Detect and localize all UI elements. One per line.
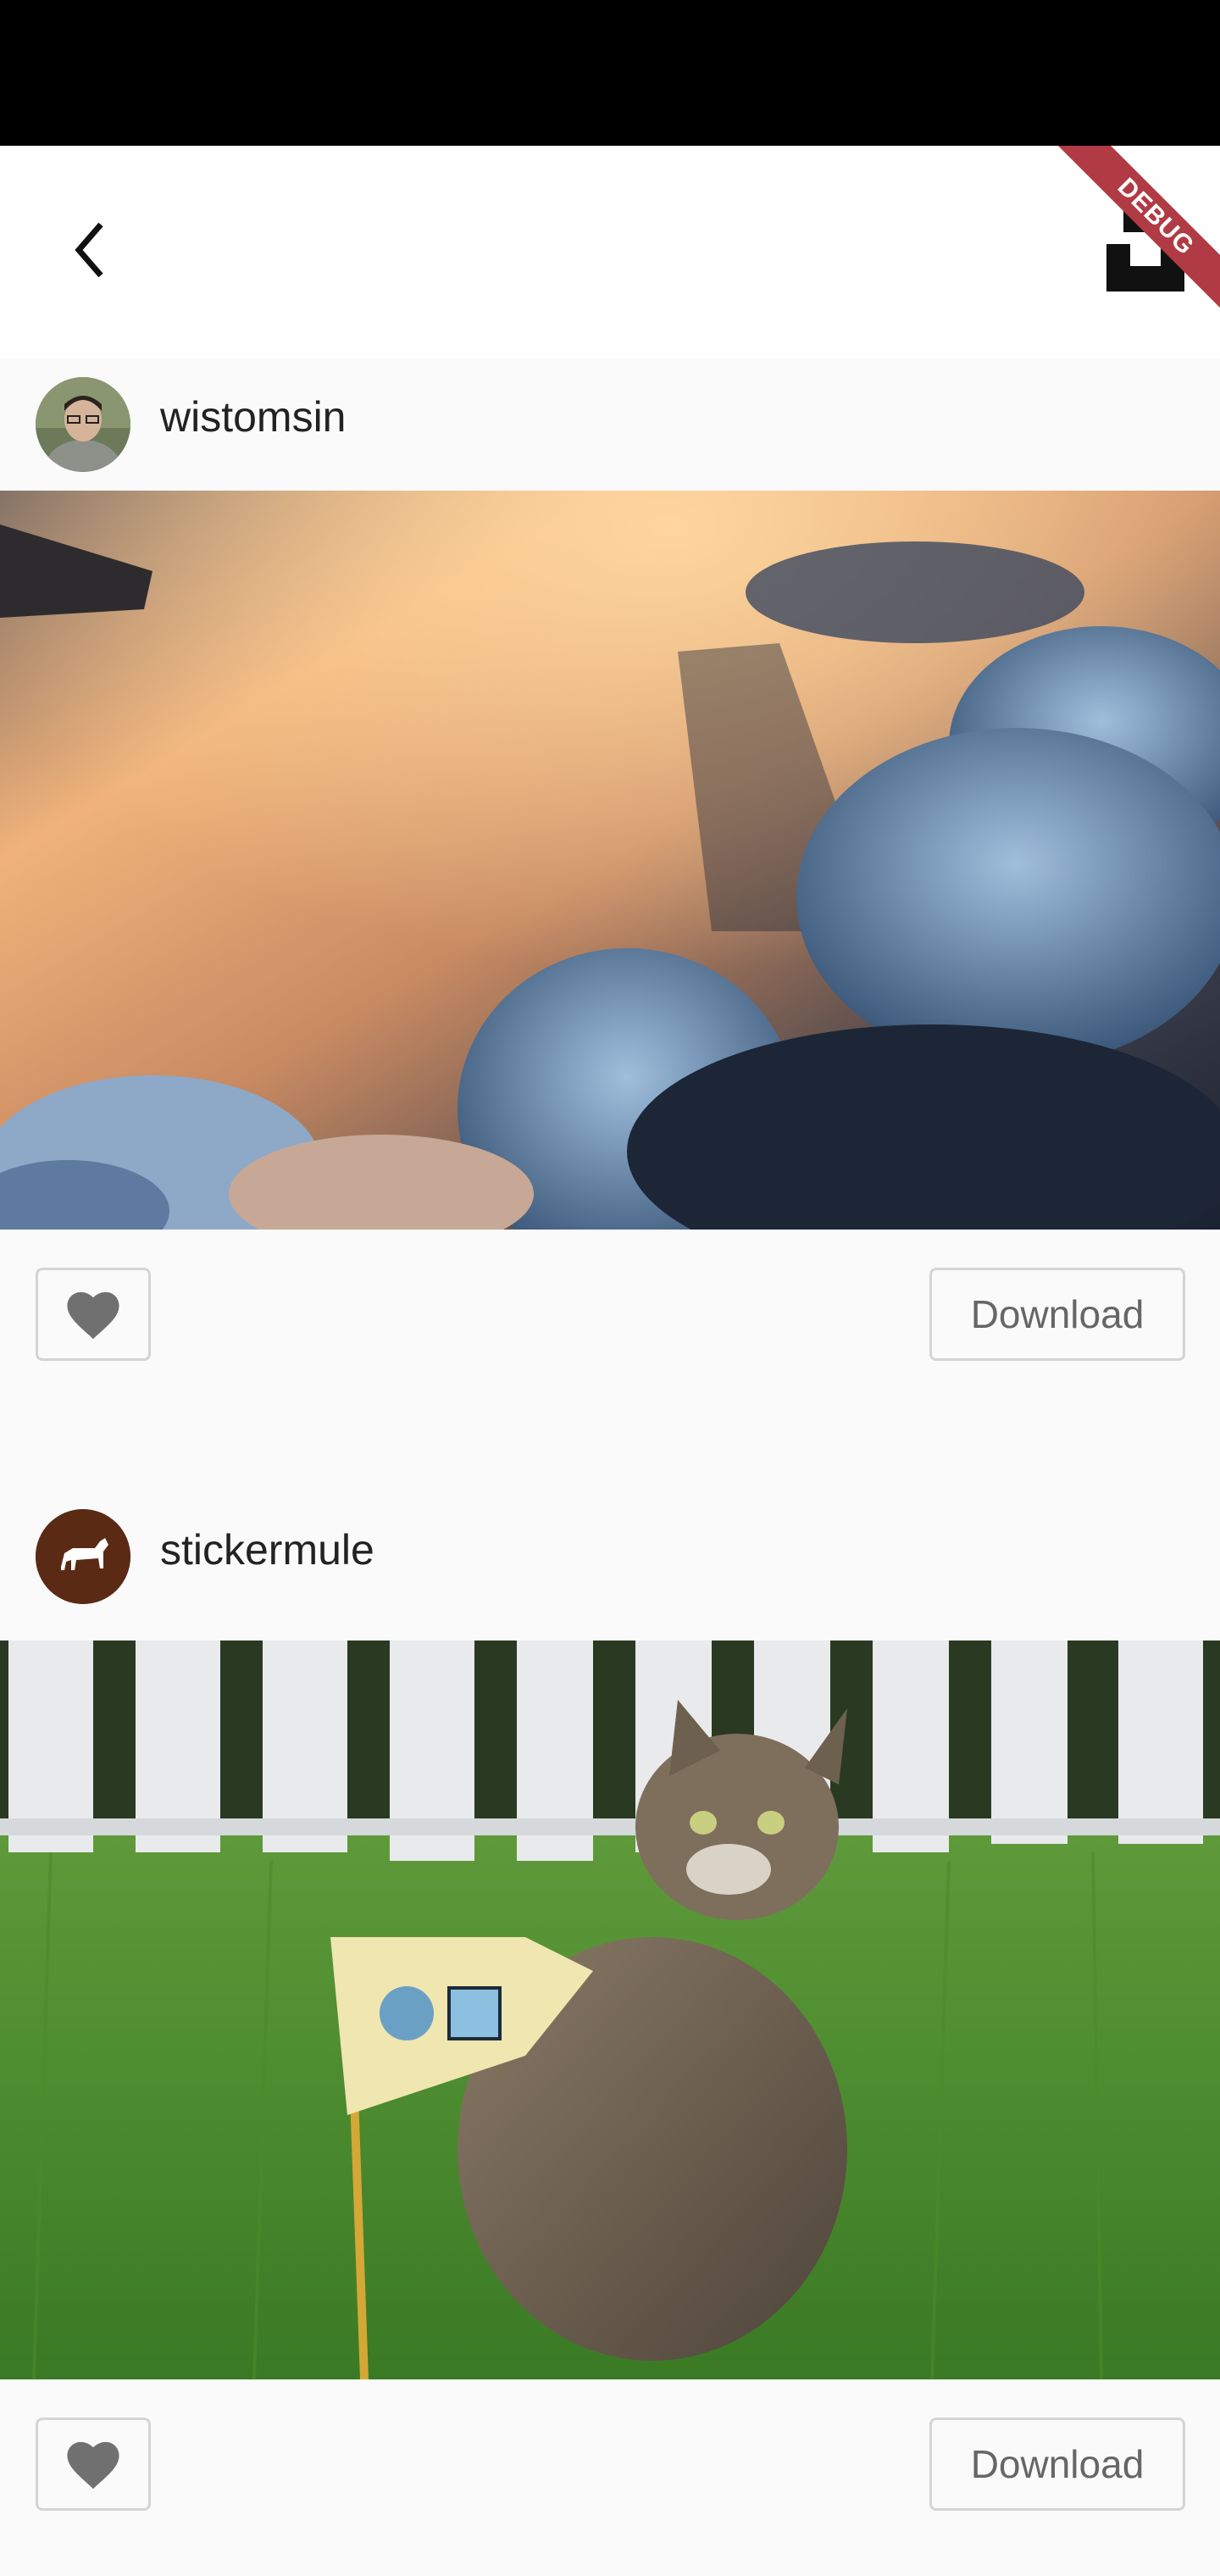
avatar[interactable] [36, 377, 130, 472]
post-header: wistomsin [0, 358, 1220, 491]
like-button[interactable] [36, 1268, 151, 1361]
heart-icon [67, 2441, 119, 2490]
like-button[interactable] [36, 2418, 151, 2511]
unsplash-logo-icon[interactable] [1106, 207, 1184, 291]
download-button[interactable]: Download [929, 1268, 1185, 1361]
app-bar [0, 146, 1220, 358]
download-button[interactable]: Download [929, 2418, 1185, 2511]
username[interactable]: stickermule [160, 1525, 374, 1574]
post-photo[interactable] [0, 1641, 1220, 2379]
status-bar [0, 0, 1220, 146]
back-arrow-icon [75, 222, 103, 278]
username[interactable]: wistomsin [160, 392, 346, 441]
heart-icon [67, 1291, 119, 1340]
post-header: stickermule [0, 1508, 1220, 1641]
post-photo[interactable] [0, 491, 1220, 1230]
back-button[interactable] [53, 212, 129, 288]
avatar[interactable] [36, 1509, 130, 1604]
